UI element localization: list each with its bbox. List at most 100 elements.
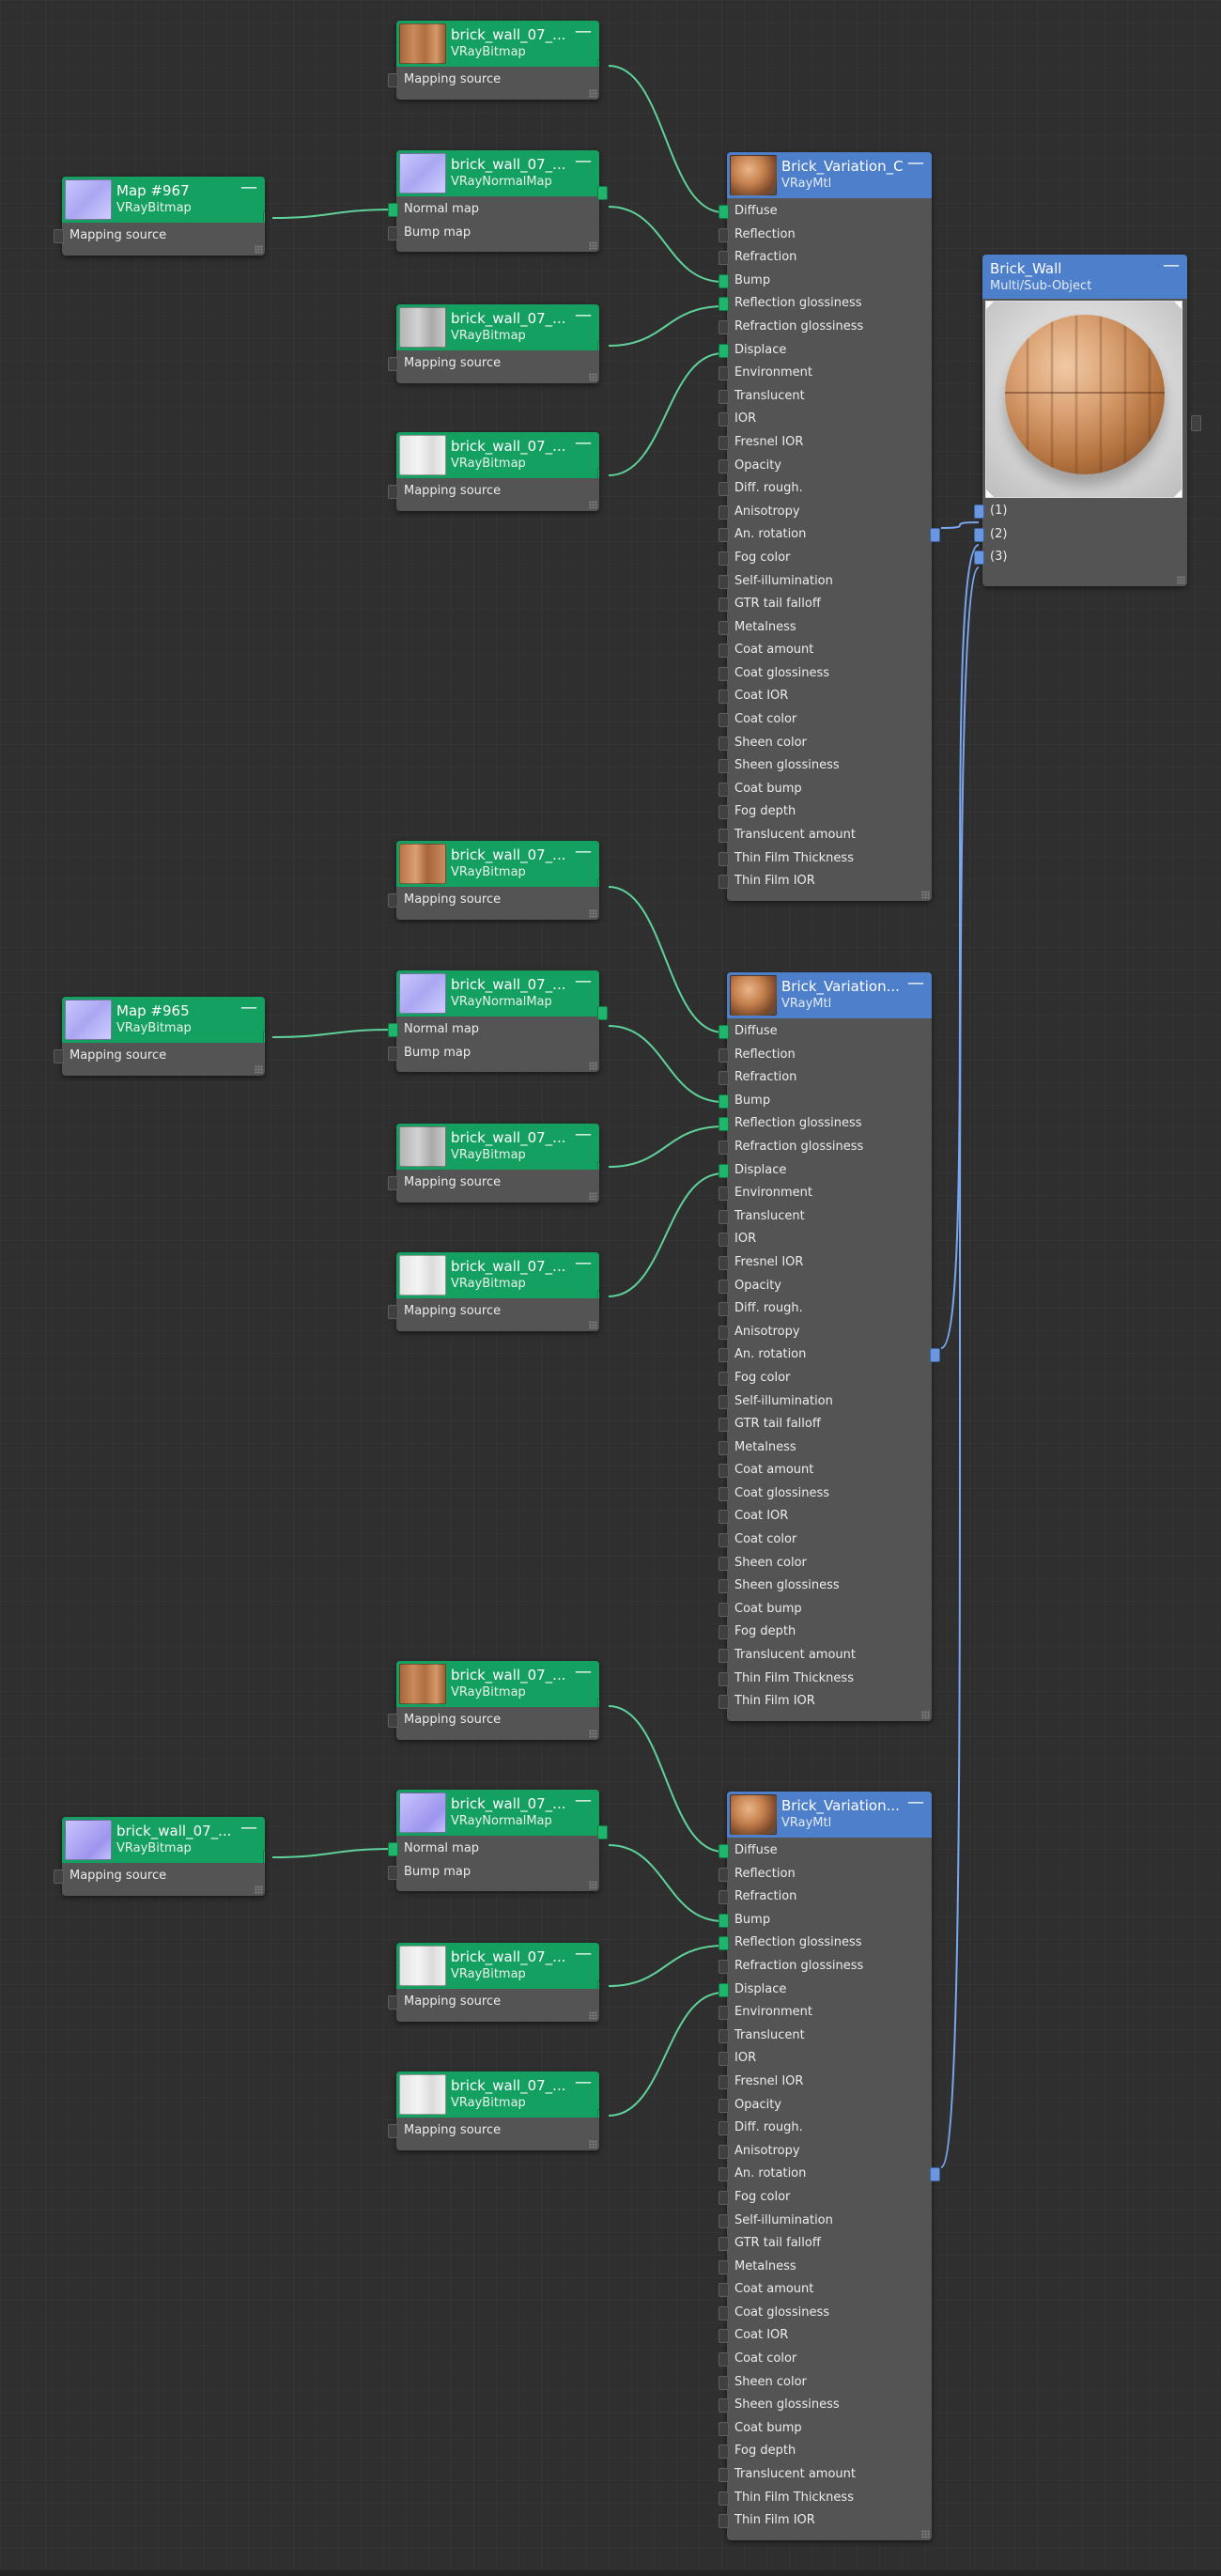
collapse-icon[interactable]: —	[575, 1126, 592, 1143]
input-port[interactable]	[719, 319, 729, 334]
input-port[interactable]	[719, 1890, 729, 1905]
bitmap-node[interactable]: brick_wall_07_... VRayBitmap — Mapping s…	[388, 1124, 599, 1203]
input-port[interactable]	[719, 2006, 729, 2021]
output-port[interactable]	[263, 210, 265, 223]
collapse-icon[interactable]: —	[575, 2074, 592, 2091]
output-port[interactable]	[263, 1850, 265, 1863]
normal-map-node[interactable]: brick_wall_07_... VRayNormalMap — Normal…	[388, 150, 608, 253]
input-port[interactable]	[719, 829, 729, 844]
source-map-node[interactable]: Map #965 VRayBitmap — Mapping source	[54, 997, 265, 1076]
output-port[interactable]	[597, 1825, 608, 1839]
resize-grip-icon[interactable]	[589, 908, 597, 918]
input-port[interactable]	[719, 1025, 729, 1039]
collapse-icon[interactable]: —	[907, 155, 924, 172]
bitmap-node[interactable]: brick_wall_07_... VRayBitmap — Mapping s…	[388, 1943, 599, 2022]
output-port[interactable]	[597, 1006, 608, 1020]
input-port[interactable]	[719, 2028, 729, 2043]
input-port[interactable]	[719, 2190, 729, 2205]
offscreen-input-port[interactable]	[1191, 415, 1201, 431]
input-port[interactable]	[388, 1714, 398, 1728]
input-port[interactable]	[719, 2514, 729, 2529]
resize-grip-icon[interactable]	[589, 372, 597, 381]
collapse-icon[interactable]: —	[575, 973, 592, 990]
resize-grip-icon[interactable]	[921, 2529, 930, 2538]
output-port[interactable]	[597, 878, 599, 887]
input-port[interactable]	[719, 1936, 729, 1951]
input-port[interactable]	[719, 1163, 729, 1178]
collapse-icon[interactable]: —	[240, 1820, 257, 1837]
output-port[interactable]	[597, 186, 608, 200]
input-port[interactable]	[719, 597, 729, 613]
input-port[interactable]	[719, 205, 729, 219]
material-node[interactable]: Brick_Variation... VRayMtl — Diffuse Refl…	[719, 972, 940, 1721]
input-port[interactable]	[54, 1049, 64, 1063]
resize-grip-icon[interactable]	[255, 244, 263, 254]
input-port[interactable]	[719, 1371, 729, 1386]
resize-grip-icon[interactable]	[1177, 575, 1185, 584]
input-port[interactable]	[719, 1695, 729, 1710]
node-header[interactable]: brick_wall_07_... VRayBitmap —	[396, 21, 599, 67]
bitmap-node[interactable]: brick_wall_07_... VRayBitmap — Mapping s…	[388, 1252, 599, 1331]
input-port[interactable]	[719, 2052, 729, 2067]
node-header[interactable]: brick_wall_07_... VRayBitmap —	[396, 2072, 599, 2118]
collapse-icon[interactable]: —	[575, 844, 592, 861]
input-port[interactable]	[974, 527, 984, 542]
input-port[interactable]	[719, 1255, 729, 1270]
input-port[interactable]	[719, 2074, 729, 2089]
resize-grip-icon[interactable]	[589, 1062, 597, 1071]
node-header[interactable]: brick_wall_07_... VRayBitmap —	[396, 1943, 599, 1989]
input-port[interactable]	[719, 2283, 729, 2298]
node-header[interactable]: brick_wall_07_... VRayBitmap —	[396, 1661, 599, 1707]
node-header[interactable]: brick_wall_07_... VRayBitmap —	[396, 304, 599, 350]
input-port[interactable]	[719, 1071, 729, 1086]
bitmap-node[interactable]: brick_wall_07_... VRayBitmap — Mapping s…	[388, 1661, 599, 1740]
input-port[interactable]	[719, 574, 729, 589]
input-port[interactable]	[719, 1867, 729, 1882]
collapse-icon[interactable]: —	[575, 1792, 592, 1809]
input-port[interactable]	[388, 1023, 398, 1037]
input-port[interactable]	[719, 435, 729, 450]
output-port[interactable]	[597, 1699, 599, 1707]
input-port[interactable]	[719, 851, 729, 866]
resize-grip-icon[interactable]	[589, 2010, 597, 2020]
collapse-icon[interactable]: —	[575, 1664, 592, 1681]
input-port[interactable]	[974, 504, 984, 519]
source-map-node[interactable]: brick_wall_07_... VRayBitmap — Mapping s…	[54, 1817, 265, 1896]
input-port[interactable]	[719, 2398, 729, 2413]
input-port[interactable]	[719, 1233, 729, 1248]
input-port[interactable]	[719, 1844, 729, 1858]
input-port[interactable]	[719, 1533, 729, 1548]
input-port[interactable]	[719, 1913, 729, 1928]
input-port[interactable]	[388, 485, 398, 499]
input-port[interactable]	[719, 297, 729, 312]
collapse-icon[interactable]: —	[240, 179, 257, 196]
input-port[interactable]	[719, 1464, 729, 1479]
bitmap-node[interactable]: brick_wall_07_... VRayBitmap — Mapping s…	[388, 841, 599, 920]
collapse-icon[interactable]: —	[1163, 257, 1180, 274]
resize-grip-icon[interactable]	[589, 1881, 597, 1890]
input-port[interactable]	[388, 357, 398, 371]
node-header[interactable]: brick_wall_07_... VRayNormalMap —	[396, 150, 599, 196]
node-header[interactable]: Brick_Variation... VRayMtl —	[727, 972, 932, 1018]
collapse-icon[interactable]: —	[575, 1946, 592, 1963]
input-port[interactable]	[388, 1865, 398, 1880]
node-header[interactable]: brick_wall_07_... VRayBitmap —	[396, 1124, 599, 1170]
input-port[interactable]	[719, 412, 729, 427]
input-port[interactable]	[719, 1440, 729, 1455]
input-port[interactable]	[719, 528, 729, 543]
output-port[interactable]	[930, 1348, 940, 1363]
input-port[interactable]	[719, 366, 729, 381]
input-port[interactable]	[719, 782, 729, 797]
node-header[interactable]: brick_wall_07_... VRayNormalMap —	[396, 1790, 599, 1836]
input-port[interactable]	[719, 458, 729, 473]
resize-grip-icon[interactable]	[589, 1191, 597, 1201]
input-port[interactable]	[719, 343, 729, 358]
input-port[interactable]	[719, 2259, 729, 2274]
normal-map-node[interactable]: brick_wall_07_... VRayNormalMap — Normal…	[388, 970, 608, 1073]
output-port[interactable]	[597, 2109, 599, 2118]
input-port[interactable]	[54, 1870, 64, 1884]
input-port[interactable]	[719, 1486, 729, 1501]
collapse-icon[interactable]: —	[575, 1255, 592, 1272]
input-port[interactable]	[719, 2421, 729, 2436]
input-port[interactable]	[719, 273, 729, 288]
